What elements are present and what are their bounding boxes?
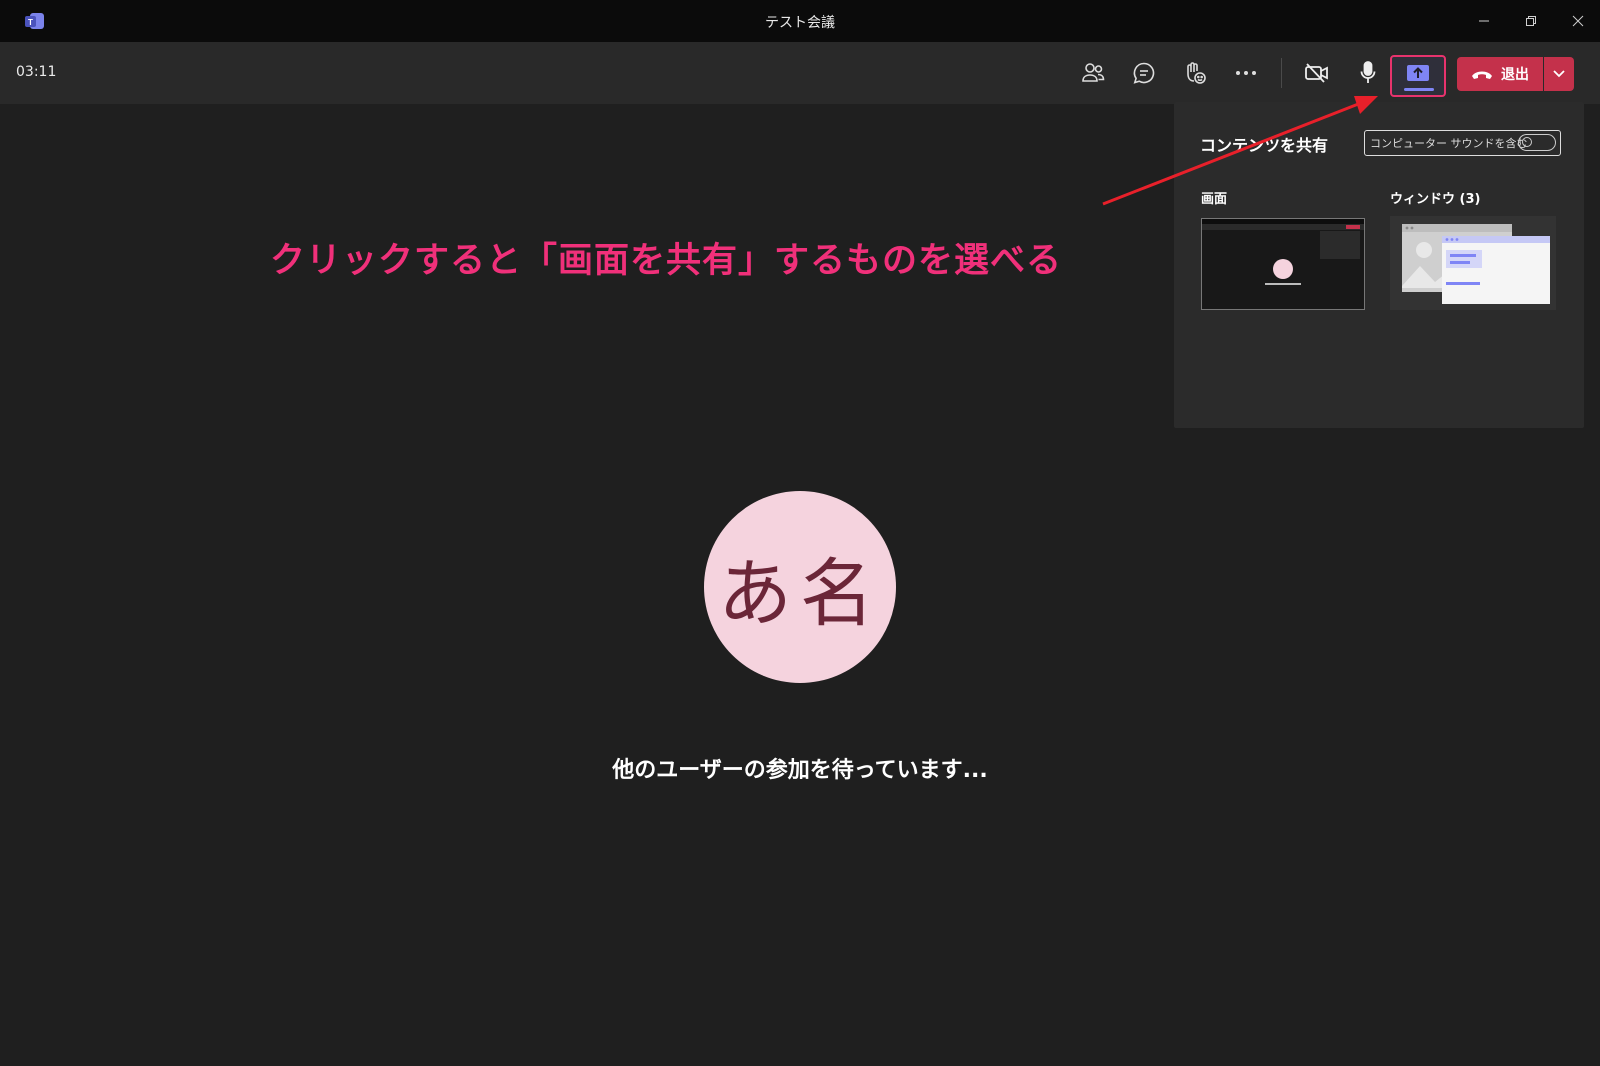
annotation-text: クリックすると「画面を共有」するものを選べる — [270, 241, 1063, 281]
waiting-message: 他のユーザーの参加を待っています... — [612, 758, 988, 783]
avatar-initials: あ名 — [718, 550, 882, 637]
avatar: あ名 — [704, 491, 896, 683]
